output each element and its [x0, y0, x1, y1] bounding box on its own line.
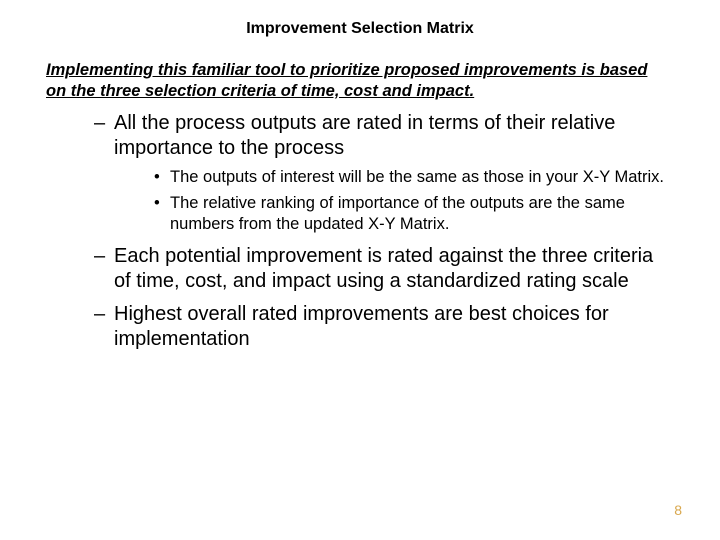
bullet-text: All the process outputs are rated in ter… — [114, 112, 615, 159]
intro-text: Implementing this familiar tool to prior… — [40, 60, 680, 101]
bullet-text: Each potential improvement is rated agai… — [114, 245, 653, 292]
page-number: 8 — [674, 502, 682, 518]
list-item: The outputs of interest will be the same… — [154, 167, 670, 188]
bullet-text: The relative ranking of importance of th… — [170, 194, 625, 233]
bullet-text: The outputs of interest will be the same… — [170, 168, 664, 186]
list-item: The relative ranking of importance of th… — [154, 193, 670, 236]
list-item: Highest overall rated improvements are b… — [94, 302, 670, 352]
list-item: Each potential improvement is rated agai… — [94, 244, 670, 294]
slide: Improvement Selection Matrix Implementin… — [0, 0, 720, 540]
bullet-text: Highest overall rated improvements are b… — [114, 303, 609, 350]
sub-bullet-list: The outputs of interest will be the same… — [114, 167, 670, 235]
list-item: All the process outputs are rated in ter… — [94, 111, 670, 235]
slide-title: Improvement Selection Matrix — [40, 20, 680, 38]
bullet-list: All the process outputs are rated in ter… — [40, 111, 680, 351]
